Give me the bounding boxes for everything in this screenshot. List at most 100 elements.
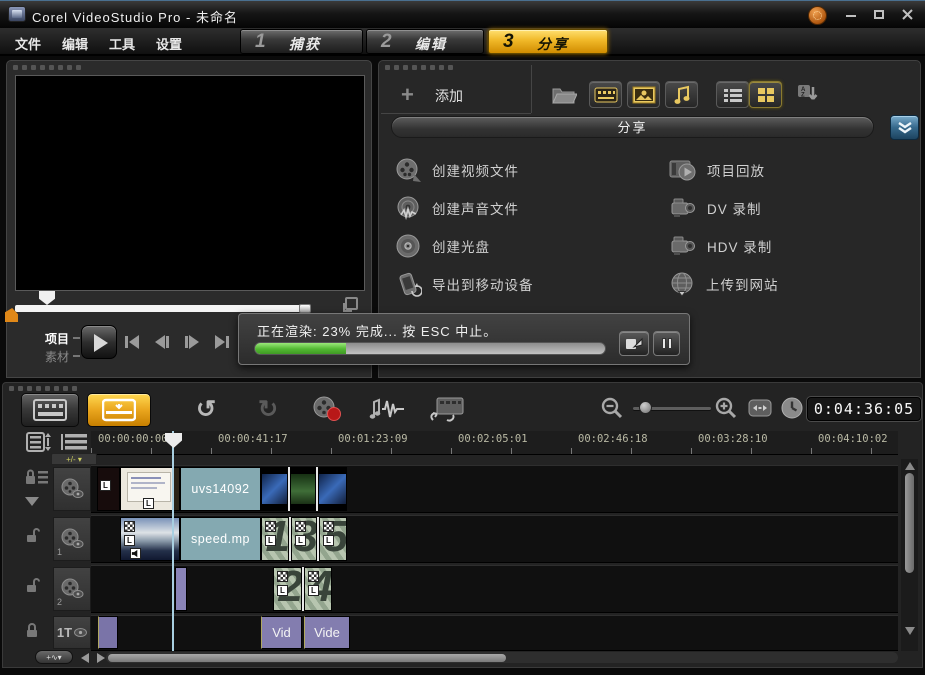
filter-video-button[interactable] bbox=[589, 81, 622, 108]
ripple-edit-button[interactable] bbox=[425, 391, 469, 427]
title-track-header[interactable]: 1T bbox=[53, 616, 91, 649]
scroll-left-icon[interactable] bbox=[81, 653, 89, 663]
add-track-button[interactable]: +∿▾ bbox=[35, 650, 73, 664]
add-media-button[interactable]: + 添加 bbox=[391, 79, 531, 109]
scroll-up-icon[interactable] bbox=[905, 462, 915, 470]
menu-item-edit[interactable]: 编辑 bbox=[62, 34, 88, 53]
notification-icon[interactable] bbox=[808, 6, 827, 25]
zoom-out-button[interactable] bbox=[599, 395, 625, 421]
plus-icon: + bbox=[401, 82, 414, 108]
enlarge-preview-icon[interactable] bbox=[345, 297, 358, 310]
clip-video-main[interactable]: uvs14092 bbox=[180, 467, 261, 511]
step-tab-capture[interactable]: 1 捕获 bbox=[240, 29, 363, 54]
share-option-upload-web[interactable]: 上传到网站 bbox=[669, 269, 779, 299]
clip-video-thumb-3[interactable] bbox=[318, 467, 347, 511]
clip-video-thumb-2[interactable] bbox=[290, 467, 316, 511]
filter-audio-button[interactable] bbox=[665, 81, 698, 108]
clip-green-2[interactable]: 3 L bbox=[291, 517, 317, 561]
clip-overlay2-small[interactable] bbox=[175, 567, 187, 611]
render-preview-toggle-button[interactable] bbox=[619, 331, 649, 356]
prev-frame-button[interactable] bbox=[149, 331, 175, 353]
render-pause-button[interactable] bbox=[653, 331, 680, 356]
collapse-panel-button[interactable] bbox=[890, 115, 919, 140]
step-tab-edit[interactable]: 2 编辑 bbox=[366, 29, 484, 54]
maximize-button[interactable] bbox=[866, 9, 892, 23]
step-tab-share[interactable]: 3 分享 bbox=[488, 29, 608, 54]
project-duration-button[interactable] bbox=[779, 395, 805, 421]
undo-button[interactable]: ↺ bbox=[189, 393, 223, 425]
grid-view-button[interactable] bbox=[749, 81, 782, 108]
share-option-project-playback[interactable]: 项目回放 bbox=[669, 155, 765, 185]
clip-green-5[interactable]: 4 L bbox=[304, 567, 332, 611]
share-option-dv-record[interactable]: DV 录制 bbox=[669, 193, 762, 223]
scrub-knob[interactable] bbox=[299, 304, 311, 313]
menu-item-settings[interactable]: 设置 bbox=[156, 34, 182, 53]
sound-mixer-button[interactable] bbox=[365, 391, 407, 427]
minimize-button[interactable] bbox=[838, 9, 864, 23]
menu-item-file[interactable]: 文件 bbox=[15, 34, 41, 53]
share-option-create-disc[interactable]: 创建光盘 bbox=[395, 231, 490, 261]
show-all-tracks-button[interactable] bbox=[59, 432, 89, 452]
scrub-marker[interactable] bbox=[39, 291, 55, 305]
clip-separator bbox=[317, 517, 319, 561]
share-option-create-audio[interactable]: 创建声音文件 bbox=[395, 193, 519, 223]
timeline-view-button[interactable] bbox=[87, 393, 151, 427]
redo-button[interactable]: ↻ bbox=[251, 393, 285, 425]
render-status-text: 正在渲染: 23% 完成... 按 ESC 中止。 bbox=[257, 321, 497, 340]
track-manager-button[interactable] bbox=[25, 432, 53, 452]
track-lock-button[interactable] bbox=[25, 577, 41, 598]
zoom-slider-knob[interactable] bbox=[639, 401, 652, 414]
clip-title-3[interactable]: Vide bbox=[304, 616, 350, 649]
clip-green-4[interactable]: 2 L bbox=[273, 567, 302, 611]
track-lock-button[interactable] bbox=[25, 469, 49, 490]
track-toggle-button[interactable]: +/- ▾ bbox=[51, 453, 97, 465]
letter-badge: L bbox=[265, 535, 276, 546]
sort-button[interactable]: AZ bbox=[791, 81, 824, 108]
collapse-tracks-chevron[interactable] bbox=[25, 497, 39, 513]
share-option-hdv-record[interactable]: HDV 录制 bbox=[669, 231, 772, 261]
share-option-export-mobile[interactable]: 导出到移动设备 bbox=[395, 269, 534, 299]
timeline-ruler[interactable]: 00:00:00:00 00:00:41:17 00:01:23:09 00:0… bbox=[91, 431, 898, 455]
clip-overlay-main[interactable]: speed.mp bbox=[180, 517, 261, 561]
menu-item-tools[interactable]: 工具 bbox=[109, 34, 135, 53]
clip-title-1[interactable] bbox=[98, 616, 118, 649]
clip-title-2[interactable]: Vid bbox=[261, 616, 302, 649]
clip-overlay-mountain[interactable]: L bbox=[120, 517, 180, 561]
vertical-scrollbar[interactable] bbox=[901, 459, 918, 651]
horizontal-scrollbar[interactable] bbox=[106, 652, 898, 663]
overlay2-track-lane[interactable] bbox=[91, 565, 898, 613]
zoom-in-button[interactable] bbox=[713, 395, 739, 421]
filter-image-button[interactable] bbox=[627, 81, 660, 108]
vertical-scroll-thumb[interactable] bbox=[905, 473, 914, 573]
clip-video-thumb-1[interactable] bbox=[261, 467, 288, 511]
title-track-lane[interactable] bbox=[91, 615, 898, 651]
close-button[interactable] bbox=[894, 9, 920, 23]
share-option-create-video[interactable]: 创建视频文件 bbox=[395, 155, 519, 185]
clip-video-1[interactable]: L bbox=[97, 467, 120, 511]
overlay1-track-header[interactable]: 1 bbox=[53, 517, 91, 561]
track-lock-button[interactable] bbox=[25, 527, 41, 548]
go-start-button[interactable] bbox=[119, 331, 145, 353]
scroll-right-icon[interactable] bbox=[97, 653, 105, 663]
play-button[interactable] bbox=[81, 325, 117, 359]
overlay2-track-header[interactable]: 2 bbox=[53, 567, 91, 611]
clip-mode-label[interactable]: 素材 bbox=[45, 348, 69, 365]
storyboard-view-button[interactable] bbox=[21, 393, 79, 427]
list-view-button[interactable] bbox=[716, 81, 749, 108]
fit-project-button[interactable] bbox=[747, 396, 773, 420]
scroll-down-icon[interactable] bbox=[905, 627, 915, 635]
storyboard-icon bbox=[33, 399, 67, 421]
go-end-button[interactable] bbox=[209, 331, 235, 353]
horizontal-scroll-thumb[interactable] bbox=[108, 654, 506, 662]
next-frame-button[interactable] bbox=[179, 331, 205, 353]
browse-folder-button[interactable] bbox=[547, 81, 580, 108]
speaker-icon bbox=[131, 549, 140, 558]
record-capture-button[interactable] bbox=[307, 391, 347, 427]
scrub-track[interactable] bbox=[15, 305, 307, 312]
track-lock-button[interactable] bbox=[25, 623, 39, 643]
clip-green-1[interactable]: 1 L bbox=[261, 517, 289, 561]
video-track-header[interactable] bbox=[53, 467, 91, 511]
clip-video-2[interactable]: L bbox=[120, 467, 180, 511]
project-mode-label[interactable]: 项目 bbox=[45, 330, 69, 347]
clip-green-3[interactable]: 5 L bbox=[319, 517, 347, 561]
